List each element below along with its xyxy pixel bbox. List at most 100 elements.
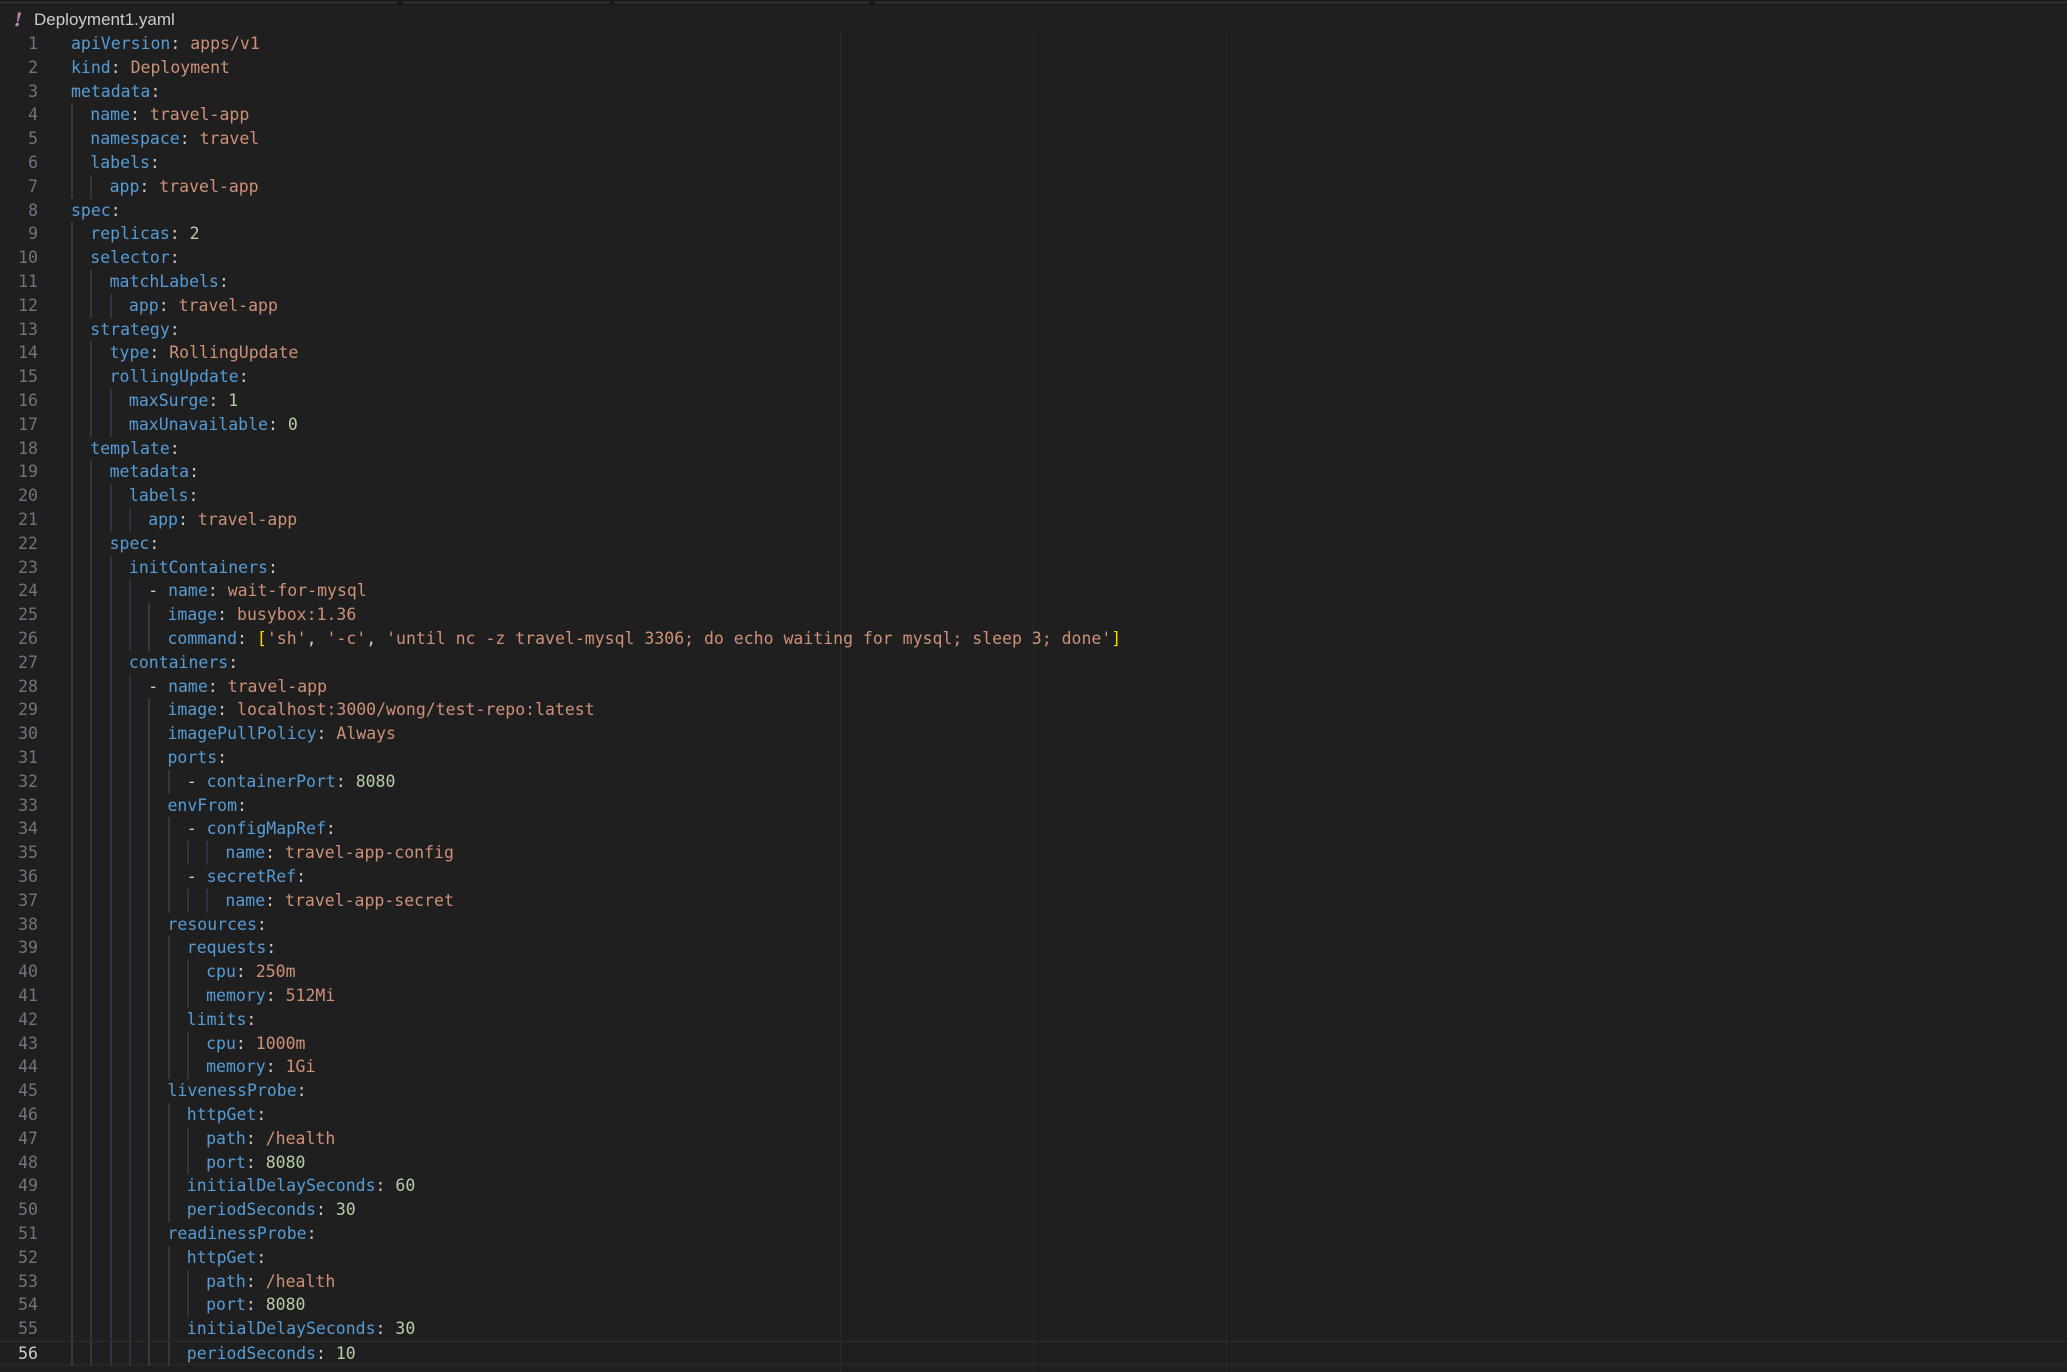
code-line[interactable]: 24 - name: wait-for-mysql: [0, 579, 2067, 604]
indent-guide: [71, 1317, 73, 1341]
code-line[interactable]: 9 replicas: 2: [0, 222, 2067, 247]
code-line[interactable]: 41 memory: 512Mi: [0, 984, 2067, 1008]
indent-guide: [109, 769, 112, 794]
colon: :: [169, 438, 180, 458]
yaml-value: travel: [199, 129, 260, 149]
code-line[interactable]: 47 path: /health: [0, 1126, 2067, 1151]
code-line[interactable]: 39 requests:: [0, 936, 2067, 961]
indent-guide: [71, 484, 73, 508]
code-line[interactable]: 43 cpu: 1000m: [0, 1031, 2067, 1056]
code-line[interactable]: 28 - name: travel-app: [0, 674, 2067, 699]
code-line[interactable]: 51 readinessProbe:: [0, 1222, 2067, 1246]
code-line[interactable]: 14 type: RollingUpdate: [0, 341, 2067, 366]
code-line[interactable]: 55 initialDelaySeconds: 30: [0, 1317, 2067, 1341]
code-line[interactable]: 37 name: travel-app-secret: [0, 888, 2067, 913]
code-text: strategy:: [90, 318, 179, 342]
list-dash: -: [186, 867, 207, 886]
code-line[interactable]: 27 containers:: [0, 650, 2067, 675]
yaml-value: 10: [335, 1344, 356, 1363]
code-line[interactable]: 15 rollingUpdate:: [0, 365, 2067, 389]
colon: :: [315, 1200, 326, 1220]
code-line[interactable]: 6 labels:: [0, 151, 2067, 175]
code-line[interactable]: 12 app: travel-app: [0, 293, 2067, 318]
code-line[interactable]: 56 periodSeconds: 10: [0, 1341, 2067, 1366]
indent-guide: [128, 1317, 131, 1341]
indent-guide: [109, 1055, 112, 1080]
code-editor[interactable]: 1 apiVersion: apps/v1 2 kind: Deployment 3 me…: [0, 32, 2067, 1372]
code-line[interactable]: 10 selector:: [0, 246, 2067, 270]
code-line[interactable]: 42 limits:: [0, 1007, 2067, 1032]
code-line[interactable]: 25 image: busybox:1.36: [0, 603, 2067, 627]
code-line[interactable]: 45 livenessProbe:: [0, 1079, 2067, 1103]
code-line[interactable]: 13 strategy:: [0, 317, 2067, 342]
line-number: 7: [28, 176, 38, 196]
code-line[interactable]: 35 name: travel-app-config: [0, 841, 2067, 865]
code-line[interactable]: 32 - containerPort: 8080: [0, 769, 2067, 794]
code-line[interactable]: 53 path: /health: [0, 1269, 2067, 1294]
editor-tab[interactable]: ! Deployment1.yaml: [0, 5, 400, 35]
code-line[interactable]: 54 port: 8080: [0, 1293, 2067, 1318]
code-line[interactable]: 26 command: ['sh', '-c', 'until nc -z tra…: [0, 627, 2067, 651]
indent-guide: [90, 650, 93, 675]
indent-guide: [109, 1150, 112, 1175]
code-line[interactable]: 4 name: travel-app: [0, 103, 2067, 128]
code-line[interactable]: 20 labels:: [0, 484, 2067, 508]
code-line[interactable]: 16 maxSurge: 1: [0, 389, 2067, 413]
code-line[interactable]: 49 initialDelaySeconds: 60: [0, 1174, 2067, 1199]
colon: :: [235, 962, 246, 982]
code-line[interactable]: 2 kind: Deployment: [0, 56, 2067, 80]
code-text: app: travel-app: [110, 175, 259, 199]
code-line[interactable]: 1 apiVersion: apps/v1: [0, 32, 2067, 56]
code-line[interactable]: 50 periodSeconds: 30: [0, 1198, 2067, 1222]
code-line[interactable]: 40 cpu: 250m: [0, 960, 2067, 984]
indent-guide: [167, 769, 170, 794]
yaml-key: httpGet: [186, 1105, 257, 1124]
code-line[interactable]: 36 - secretRef:: [0, 865, 2067, 889]
code-text: limits:: [187, 1008, 257, 1032]
indent-guide: [71, 174, 73, 199]
indent-guide: [71, 865, 73, 889]
code-line[interactable]: 33 envFrom:: [0, 793, 2067, 818]
code-line[interactable]: 8 spec:: [0, 199, 2067, 223]
code-line[interactable]: 22 spec:: [0, 531, 2067, 556]
indent-guide: [90, 341, 93, 366]
colon: :: [217, 700, 228, 720]
indent-guide: [128, 984, 131, 1008]
code-line[interactable]: 31 ports:: [0, 746, 2067, 770]
code-line[interactable]: 30 imagePullPolicy: Always: [0, 722, 2067, 746]
code-line[interactable]: 48 port: 8080: [0, 1150, 2067, 1175]
indent-guide: [109, 579, 112, 604]
code-line[interactable]: 44 memory: 1Gi: [0, 1055, 2067, 1080]
colon: :: [265, 890, 276, 910]
line-number: 4: [28, 105, 38, 125]
line-number: 32: [18, 771, 38, 791]
code-line[interactable]: 46 httpGet:: [0, 1103, 2067, 1127]
line-number: 1: [28, 34, 38, 53]
indent-guide: [109, 555, 112, 580]
yaml-key: readinessProbe: [167, 1224, 307, 1243]
indent-guide: [186, 1031, 189, 1056]
colon: :: [267, 414, 278, 434]
code-line[interactable]: 5 namespace: travel: [0, 127, 2067, 151]
code-line[interactable]: 21 app: travel-app: [0, 508, 2067, 532]
code-line[interactable]: 34 - configMapRef:: [0, 817, 2067, 842]
code-line[interactable]: 23 initContainers:: [0, 555, 2067, 580]
code-line[interactable]: 7 app: travel-app: [0, 174, 2067, 199]
code-line[interactable]: 19 metadata:: [0, 460, 2067, 485]
code-line[interactable]: 18 template:: [0, 436, 2067, 461]
colon: :: [245, 1271, 256, 1291]
code-line[interactable]: 17 maxUnavailable: 0: [0, 412, 2067, 437]
code-line[interactable]: 52 httpGet:: [0, 1245, 2067, 1270]
line-number: 42: [18, 1009, 38, 1029]
code-line[interactable]: 29 image: localhost:3000/wong/test-repo:l…: [0, 698, 2067, 723]
line-number: 56: [18, 1344, 38, 1363]
code-line[interactable]: 38 resources:: [0, 912, 2067, 937]
list-dash: -: [186, 771, 207, 791]
code-line[interactable]: 3 metadata:: [0, 80, 2067, 104]
indent-guide: [109, 817, 112, 842]
code-text: namespace: travel: [90, 127, 259, 151]
code-line[interactable]: 11 matchLabels:: [0, 270, 2067, 294]
